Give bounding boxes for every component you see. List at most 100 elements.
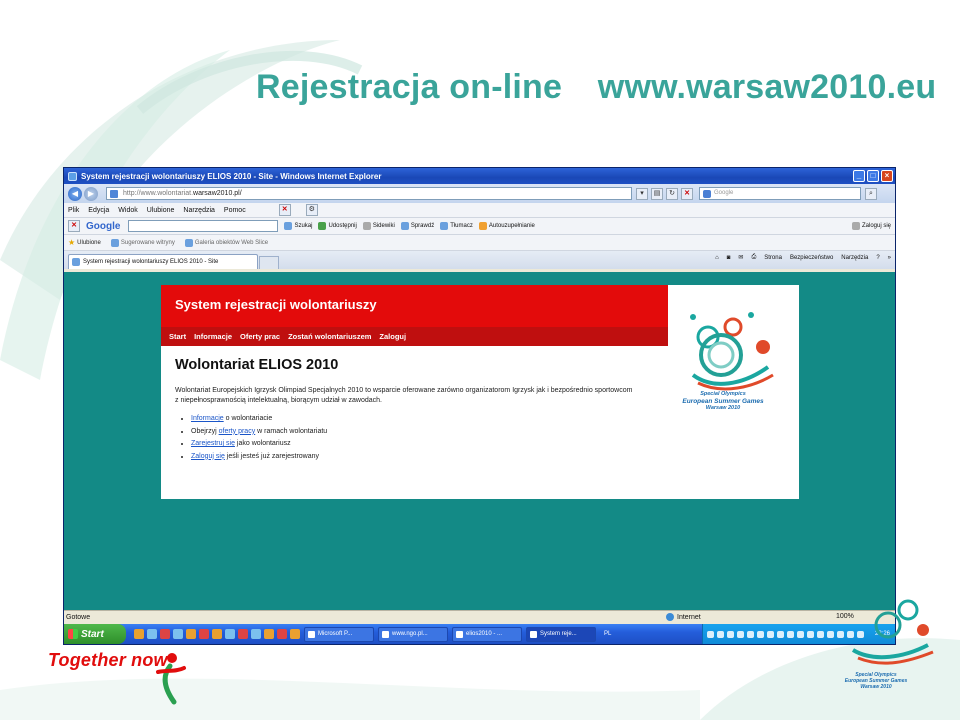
translate-menu-icon[interactable]: ⚙ [305,204,318,216]
tray-icon[interactable] [817,630,824,638]
tray-icon[interactable] [717,630,724,638]
user-icon [851,222,860,230]
search-input[interactable]: Google [699,187,861,200]
link-info[interactable]: Informacje [191,415,224,422]
quicklaunch-icon[interactable] [212,629,222,639]
google-signin-button[interactable]: Zaloguj się [851,222,891,230]
google-translate-button[interactable]: Tłumacz [440,222,473,230]
tray-icon[interactable] [827,630,834,638]
menu-item-file[interactable]: Plik [68,207,79,214]
google-search-button[interactable]: Szukaj [284,222,312,230]
menu-bar: Plik Edycja Widok Ulubione Narzędzia Pom… [64,203,895,218]
quicklaunch-icon[interactable] [147,629,157,639]
link-offers[interactable]: oferty pracy [219,428,256,435]
tray-icon[interactable] [777,630,784,638]
quicklaunch-icon[interactable] [160,629,170,639]
tray-icon[interactable] [807,630,814,638]
menu-close-icon[interactable]: ✕ [278,204,291,216]
close-button[interactable]: × [881,170,893,182]
quicklaunch-icon[interactable] [199,629,209,639]
quicklaunch-icon[interactable] [134,629,144,639]
ie-icon [456,630,463,638]
tab-active[interactable]: System rejestracji wolontariuszy ELIOS 2… [68,254,258,269]
window-titlebar[interactable]: System rejestracji wolontariuszy ELIOS 2… [64,168,895,184]
link-register[interactable]: Zarejestruj się [191,440,235,447]
nav-offers[interactable]: Oferty prac [240,332,280,341]
quicklaunch-icon[interactable] [173,629,183,639]
autofill-icon [478,222,487,230]
new-tab-button[interactable] [259,256,279,269]
compatibility-icon[interactable]: ▤ [651,187,663,200]
menu-item-favorites[interactable]: Ulubione [147,207,175,214]
nav-start[interactable]: Start [169,332,186,341]
googlebar-close-icon[interactable]: ✕ [68,220,80,232]
tray-icon[interactable] [767,630,774,638]
nav-info[interactable]: Informacje [194,332,232,341]
search-go-icon[interactable]: ⌕ [865,187,877,200]
slide-title-url: www.warsaw2010.eu [597,68,937,106]
quicklaunch-icon[interactable] [277,629,287,639]
quicklaunch-icon[interactable] [238,629,248,639]
taskbar-item-system[interactable]: System reje... [526,626,596,642]
corner-logo-line-3: Warsaw 2010 [860,684,892,690]
nav-login[interactable]: Zaloguj [379,332,406,341]
webslice-label: Galeria obiektów Web Slice [194,239,269,246]
menu-item-view[interactable]: Widok [118,207,137,214]
command-page[interactable]: Strona [764,255,782,261]
forward-button[interactable]: ▶ [84,186,98,201]
task-label: www.ngo.pl... [392,631,428,637]
stop-icon[interactable]: ✕ [681,187,693,200]
print-icon[interactable]: ⎙ [751,254,756,261]
quicklaunch-icon[interactable] [186,629,196,639]
taskbar-item-ngo[interactable]: www.ngo.pl... [378,626,448,642]
minimize-button[interactable]: _ [853,170,865,182]
site-nav: Start Informacje Oferty prac Zostań wolo… [161,327,668,346]
tray-icon[interactable] [797,630,804,638]
site-heading: Wolontariat ELIOS 2010 [175,357,339,373]
webslice-icon [184,238,193,247]
corner-logo-caption: Special Olympics European Summer Games W… [836,672,916,690]
refresh-icon[interactable]: ↻ [666,187,678,200]
tray-icon[interactable] [747,630,754,638]
menu-item-tools[interactable]: Narzędzia [183,207,215,214]
command-safety[interactable]: Bezpieczeństwo [790,255,833,261]
start-button[interactable]: Start [64,624,126,644]
google-sidewiki-button[interactable]: Sidewiki [362,222,395,230]
link-login[interactable]: Zaloguj się [191,453,225,460]
google-autofill-button[interactable]: Autouzupełnianie [478,222,535,230]
tray-icon[interactable] [787,630,794,638]
language-indicator[interactable]: PL [604,631,611,637]
tray-icon[interactable] [707,630,714,638]
help-icon[interactable]: ? [876,255,879,261]
quicklaunch-icon[interactable] [251,629,261,639]
more-icon[interactable]: » [888,255,891,261]
quicklaunch-icon[interactable] [264,629,274,639]
quicklaunch-icon[interactable] [225,629,235,639]
tray-icon[interactable] [727,630,734,638]
address-dropdown-icon[interactable]: ▾ [636,187,648,200]
status-text: Gotowe [66,614,91,621]
tray-icon[interactable] [737,630,744,638]
back-button[interactable]: ◀ [68,186,82,201]
menu-item-edit[interactable]: Edycja [88,207,109,214]
favorites-item-webslice[interactable]: Galeria obiektów Web Slice [184,238,269,247]
feeds-icon[interactable]: ◙ [727,255,731,261]
quicklaunch-icon[interactable] [290,629,300,639]
favorites-button[interactable]: ★ Ulubione [68,238,101,247]
home-icon[interactable]: ⌂ [715,255,719,261]
tab-bar: System rejestracji wolontariuszy ELIOS 2… [64,251,895,269]
taskbar-item-elios[interactable]: elios2010 - ... [452,626,522,642]
address-input[interactable]: http://www.wolontariat.warsaw2010.pl/ [106,187,632,200]
mail-icon[interactable]: ✉ [738,254,743,261]
maximize-button[interactable]: □ [867,170,879,182]
command-tools[interactable]: Narzędzia [841,255,868,261]
nav-become-volunteer[interactable]: Zostań wolontariuszem [288,332,371,341]
menu-item-help[interactable]: Pomoc [224,207,246,214]
google-spellcheck-button[interactable]: Sprawdź [400,222,434,230]
taskbar-item-powerpoint[interactable]: Microsoft P... [304,626,374,642]
favorites-item-suggested[interactable]: Sugerowane witryny [110,238,175,247]
google-share-button[interactable]: Udostępnij [318,222,357,230]
tray-icon[interactable] [757,630,764,638]
google-toolbar-input[interactable] [128,220,279,232]
start-label: Start [81,628,104,640]
